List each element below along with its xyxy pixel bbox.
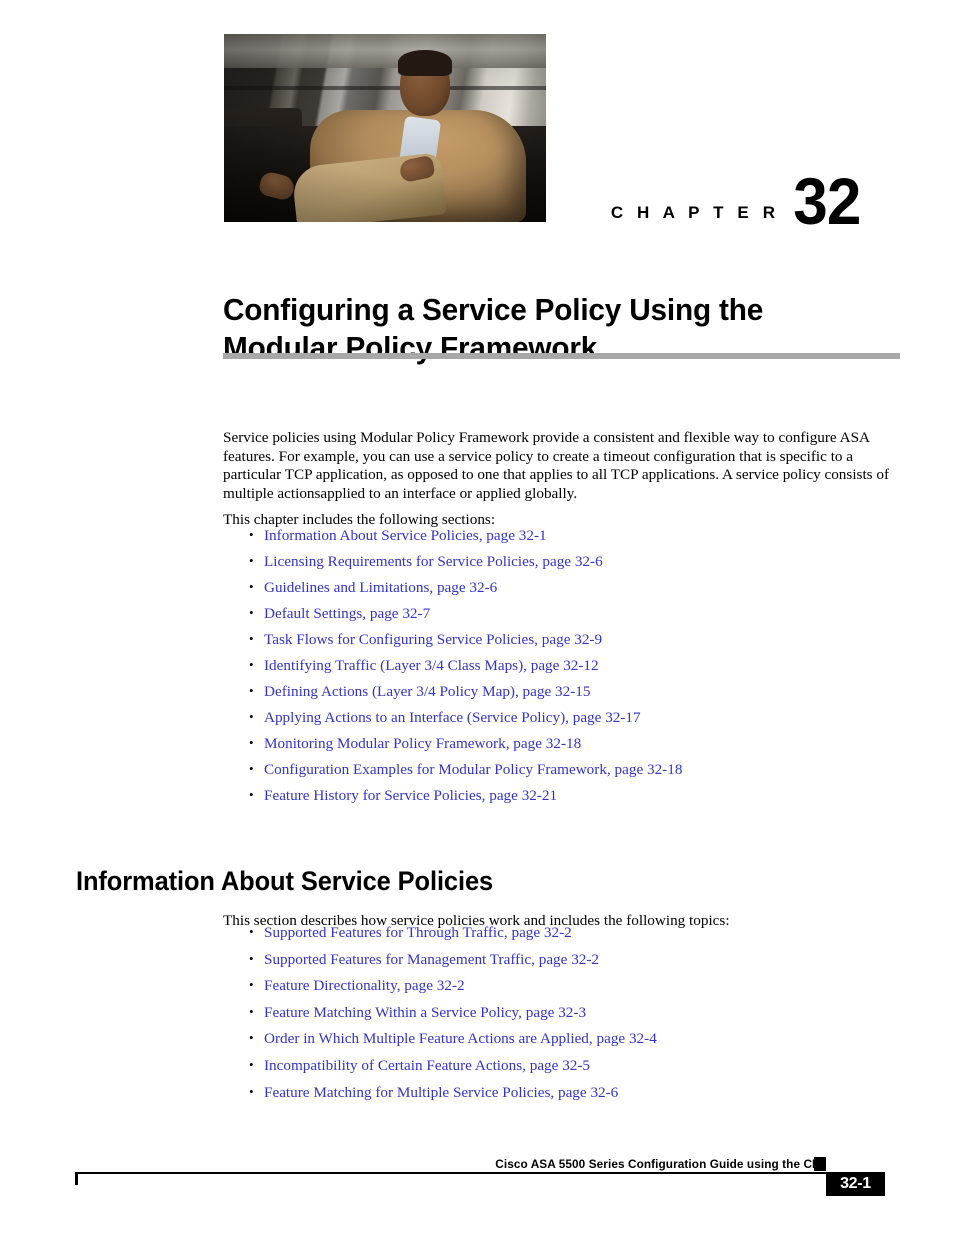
chapter-number: 32	[792, 163, 861, 238]
section-heading-information-about-service-policies: Information About Service Policies	[76, 865, 494, 896]
chapter-opener	[224, 34, 546, 222]
list-item[interactable]: Feature Matching Within a Service Policy…	[238, 1003, 898, 1022]
list-item[interactable]: Supported Features for Management Traffi…	[238, 950, 898, 969]
chapter-section-link[interactable]: Guidelines and Limitations, page 32-6	[264, 579, 497, 596]
chapter-marker: C H A P T E R 32	[560, 160, 861, 238]
list-item[interactable]: Defining Actions (Layer 3/4 Policy Map),…	[238, 682, 898, 701]
photo-vignette	[224, 34, 546, 222]
list-item[interactable]: Default Settings, page 32-7	[238, 604, 898, 623]
section-topic-link[interactable]: Incompatibility of Certain Feature Actio…	[264, 1057, 590, 1074]
list-item[interactable]: Task Flows for Configuring Service Polic…	[238, 630, 898, 649]
chapter-section-link[interactable]: Configuration Examples for Modular Polic…	[264, 761, 682, 778]
footer-divider	[75, 1172, 827, 1174]
section-topic-link[interactable]: Feature Matching for Multiple Service Po…	[264, 1084, 618, 1101]
footer-square-marker	[814, 1157, 826, 1171]
list-item[interactable]: Order in Which Multiple Feature Actions …	[238, 1029, 898, 1048]
footer-left-tick	[75, 1172, 78, 1185]
chapter-section-link[interactable]: Task Flows for Configuring Service Polic…	[264, 631, 602, 648]
chapter-section-link[interactable]: Information About Service Policies, page…	[264, 527, 547, 544]
chapter-section-link[interactable]: Licensing Requirements for Service Polic…	[264, 553, 603, 570]
list-item[interactable]: Feature History for Service Policies, pa…	[238, 786, 898, 805]
list-item[interactable]: Information About Service Policies, page…	[238, 526, 898, 545]
section-topic-link[interactable]: Supported Features for Through Traffic, …	[264, 924, 572, 941]
section-topic-link[interactable]: Feature Matching Within a Service Policy…	[264, 1004, 586, 1021]
section-topic-link[interactable]: Supported Features for Management Traffi…	[264, 951, 599, 968]
chapter-label: C H A P T E R	[610, 203, 780, 222]
intro-paragraph: Service policies using Modular Policy Fr…	[223, 429, 890, 502]
list-item[interactable]: Supported Features for Through Traffic, …	[238, 923, 898, 942]
list-item[interactable]: Guidelines and Limitations, page 32-6	[238, 578, 898, 597]
list-item[interactable]: Identifying Traffic (Layer 3/4 Class Map…	[238, 656, 898, 675]
list-item[interactable]: Incompatibility of Certain Feature Actio…	[238, 1056, 898, 1075]
section-topic-link[interactable]: Feature Directionality, page 32-2	[264, 977, 465, 994]
list-item[interactable]: Licensing Requirements for Service Polic…	[238, 552, 898, 571]
list-item[interactable]: Feature Directionality, page 32-2	[238, 976, 898, 995]
list-item[interactable]: Feature Matching for Multiple Service Po…	[238, 1083, 898, 1102]
list-item[interactable]: Applying Actions to an Interface (Servic…	[238, 708, 898, 727]
chapter-section-link[interactable]: Identifying Traffic (Layer 3/4 Class Map…	[264, 657, 599, 674]
page-number-badge: 32-1	[826, 1172, 885, 1196]
chapter-sections-list: Information About Service Policies, page…	[238, 526, 898, 813]
list-item[interactable]: Configuration Examples for Modular Polic…	[238, 760, 898, 779]
chapter-section-link[interactable]: Defining Actions (Layer 3/4 Policy Map),…	[264, 683, 590, 700]
chapter-section-link[interactable]: Feature History for Service Policies, pa…	[264, 787, 557, 804]
chapter-opener-photo	[224, 34, 546, 222]
list-item[interactable]: Monitoring Modular Policy Framework, pag…	[238, 734, 898, 753]
section-topics-list: Supported Features for Through Traffic, …	[238, 923, 898, 1110]
chapter-section-link[interactable]: Default Settings, page 32-7	[264, 605, 430, 622]
chapter-section-link[interactable]: Applying Actions to an Interface (Servic…	[264, 709, 641, 726]
title-divider	[223, 353, 900, 359]
chapter-section-link[interactable]: Monitoring Modular Policy Framework, pag…	[264, 735, 581, 752]
footer-guide-title: Cisco ASA 5500 Series Configuration Guid…	[495, 1157, 823, 1171]
section-topic-link[interactable]: Order in Which Multiple Feature Actions …	[264, 1030, 657, 1047]
